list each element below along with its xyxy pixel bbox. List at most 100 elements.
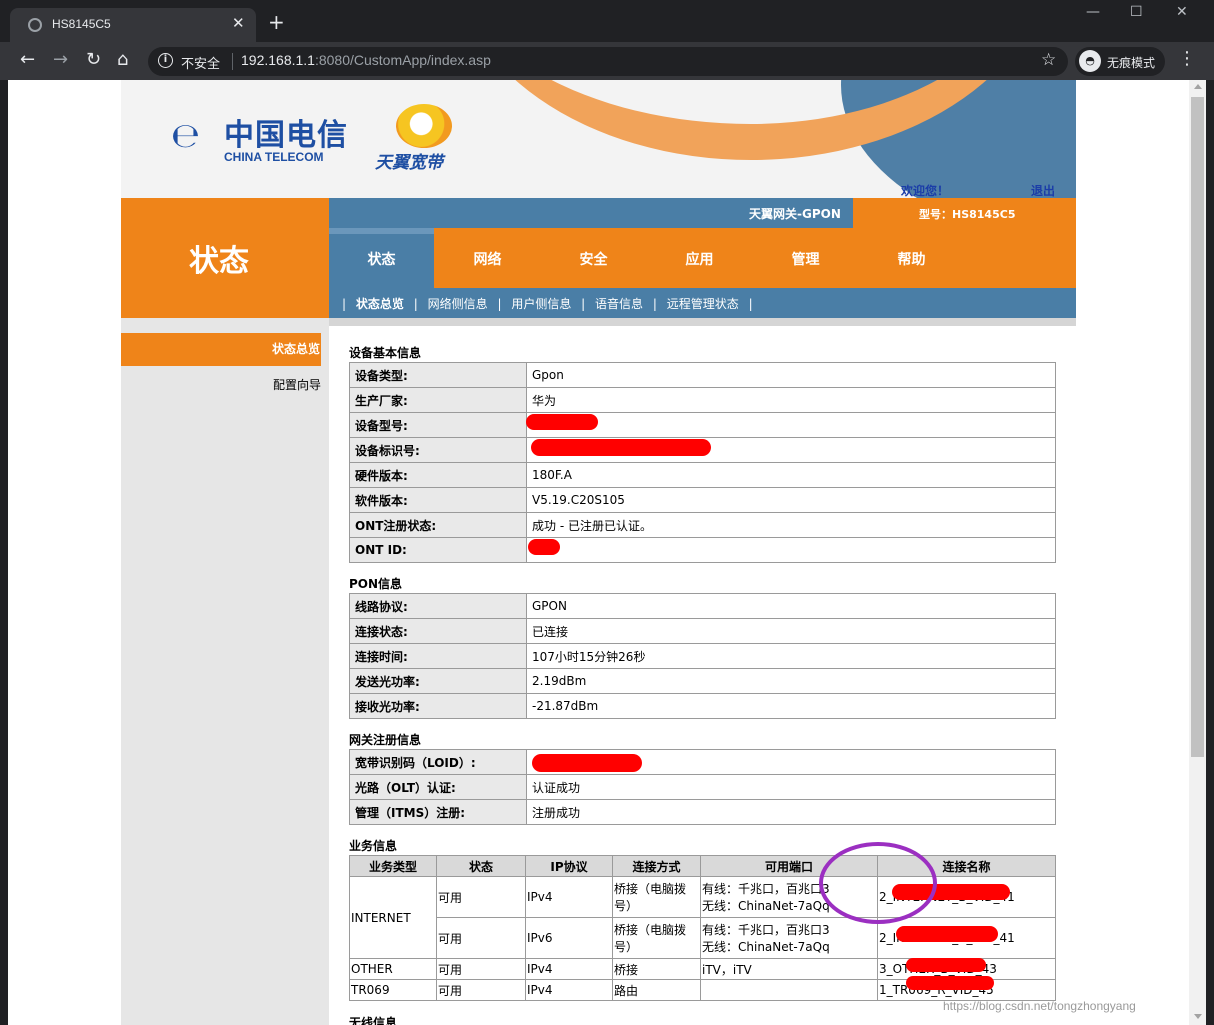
table-row: 接收光功率: -21.87dBm: [349, 693, 1056, 719]
section-wireless-title: 无线信息: [349, 1016, 398, 1025]
device-info-table: 设备类型:Gpon 生产厂家:华为 设备型号:HS8145C5 设备标识号:00…: [349, 362, 1056, 563]
value-cell: 1: [526, 537, 1056, 563]
maximize-icon[interactable]: ☐: [1130, 4, 1143, 20]
tab-status[interactable]: 状态: [329, 228, 434, 288]
value-cell: HS8145C5: [526, 412, 1056, 438]
key-cell: 光路（OLT）认证:: [349, 774, 527, 800]
table-row: 软件版本: V5.19.C20S105: [349, 487, 1056, 513]
key-cell: ONT注册状态:: [349, 512, 527, 538]
close-icon[interactable]: ✕: [232, 14, 245, 32]
sidebar-item-wizard[interactable]: 配置向导: [121, 376, 321, 393]
table-row: 设备型号:HS8145C5: [349, 412, 1056, 438]
table-row: 硬件版本: 180F.A: [349, 462, 1056, 488]
mode-cell: 桥接（电脑拨号）: [612, 917, 701, 959]
highlight-circle: [819, 842, 937, 924]
scroll-down-icon[interactable]: [1194, 1014, 1202, 1019]
logo-cn: 中国电信: [224, 118, 348, 153]
ip-cell: IPv4: [525, 958, 613, 980]
window-close-icon[interactable]: ✕: [1176, 4, 1188, 20]
incognito-icon: ◓: [1079, 50, 1101, 72]
status-cell: 可用: [436, 917, 526, 959]
key-cell: 硬件版本:: [349, 462, 527, 488]
ports-line: 无线：ChinaNet-7aQq: [702, 940, 830, 954]
value-cell: 华为: [526, 387, 1056, 413]
tab-network[interactable]: 网络: [435, 228, 540, 288]
scroll-up-icon[interactable]: [1194, 84, 1202, 89]
reload-icon[interactable]: ↻: [86, 49, 101, 71]
brand-text: 天翼宽带: [375, 153, 443, 173]
back-icon[interactable]: ←: [20, 49, 35, 71]
redaction-mark: [528, 539, 560, 555]
value-cell: 180F.A: [526, 462, 1056, 488]
star-icon[interactable]: ☆: [1041, 50, 1056, 70]
tab-help[interactable]: 帮助: [859, 228, 964, 288]
table-row: 发送光功率: 2.19dBm: [349, 668, 1056, 694]
logout-link[interactable]: 退出: [1031, 182, 1055, 198]
subnav-lan-info[interactable]: 用户侧信息: [511, 297, 571, 311]
incognito-label: 无痕模式: [1107, 56, 1156, 70]
menu-icon[interactable]: ⋮: [1178, 50, 1196, 68]
scrollbar[interactable]: [1189, 80, 1206, 1025]
col-header: IP协议: [525, 855, 613, 877]
model-box: 型号：HS8145C5: [853, 198, 1076, 228]
incognito-badge[interactable]: ◓ 无痕模式: [1075, 47, 1165, 76]
tab-application[interactable]: 应用: [647, 228, 752, 288]
section-pon-title: PON信息: [349, 577, 403, 591]
ip-cell: IPv6: [525, 917, 613, 959]
address-bar[interactable]: i 不安全 192.168.1.1:8080/CustomApp/index.a…: [148, 47, 1068, 76]
tab-management[interactable]: 管理: [753, 228, 858, 288]
logo-en: CHINA TELECOM: [224, 150, 324, 164]
tianyi-logo-icon: [396, 104, 452, 148]
service-type-cell: OTHER: [349, 958, 437, 980]
china-telecom-logo-icon: ℮: [171, 116, 201, 156]
subnav-overview[interactable]: 状态总览: [356, 297, 404, 311]
table-header-row: 业务类型 状态 IP协议 连接方式 可用端口 连接名称: [349, 855, 1056, 877]
info-icon[interactable]: i: [158, 53, 173, 68]
key-cell: 生产厂家:: [349, 387, 527, 413]
subnav-sep: |: [342, 297, 347, 311]
col-header: 业务类型: [349, 855, 437, 877]
key-cell: 连接时间:: [349, 643, 527, 669]
service-type-cell: INTERNET: [349, 876, 437, 959]
url-text[interactable]: 192.168.1.1:8080/CustomApp/index.asp: [241, 52, 491, 68]
redaction-mark: [531, 439, 711, 456]
sidebar-item-overview[interactable]: 状态总览: [121, 333, 321, 366]
table-row: 线路协议: GPON: [349, 593, 1056, 619]
section-device-title: 设备基本信息: [349, 346, 422, 360]
mode-cell: 桥接（电脑拨号）: [612, 876, 701, 918]
sub-nav: | 状态总览 | 网络侧信息 | 用户侧信息 | 语音信息 | 远程管理状态 |: [339, 295, 756, 312]
status-cell: 可用: [436, 876, 526, 918]
redaction-mark: [906, 958, 986, 972]
value-cell: 2.19dBm: [526, 668, 1056, 694]
key-cell: 接收光功率:: [349, 693, 527, 719]
key-cell: ONT ID:: [349, 537, 527, 563]
scroll-thumb[interactable]: [1191, 97, 1204, 757]
subnav-remote-status[interactable]: 远程管理状态: [667, 297, 739, 311]
ip-cell: IPv4: [525, 979, 613, 1001]
table-row: 连接状态: 已连接: [349, 618, 1056, 644]
browser-tab[interactable]: HS8145C5 ✕: [10, 8, 256, 42]
redaction-mark: [896, 926, 998, 942]
value-cell: GPON: [526, 593, 1056, 619]
new-tab-icon[interactable]: +: [268, 12, 285, 32]
page-title: 状态: [189, 244, 249, 279]
value-cell: 已连接: [526, 618, 1056, 644]
value-cell: 认证成功: [526, 774, 1056, 800]
insecure-label: 不安全: [181, 57, 221, 72]
redaction-mark: [526, 414, 598, 430]
subnav-wan-info[interactable]: 网络侧信息: [428, 297, 488, 311]
browser-toolbar: ← → ↻ ⌂ i 不安全 192.168.1.1:8080/CustomApp…: [0, 42, 1214, 80]
content-top-border: [329, 318, 1076, 326]
value-cell: 107小时15分钟26秒: [526, 643, 1056, 669]
router-page: ℮ 中国电信 CHINA TELECOM 天翼宽带 欢迎您！ 退出 状态 天翼网…: [121, 80, 1076, 1025]
subnav-voice-info[interactable]: 语音信息: [595, 297, 643, 311]
subnav-sep: |: [413, 297, 418, 311]
forward-icon[interactable]: →: [53, 49, 68, 71]
banner: ℮ 中国电信 CHINA TELECOM 天翼宽带 欢迎您！ 退出: [121, 80, 1076, 198]
home-icon[interactable]: ⌂: [117, 49, 128, 71]
tab-security[interactable]: 安全: [541, 228, 646, 288]
section-gateway-title: 网关注册信息: [349, 733, 422, 747]
minimize-icon[interactable]: —: [1086, 4, 1100, 20]
url-host: 192.168.1.1: [241, 52, 315, 68]
gateway-name: 天翼网关-GPON: [749, 207, 841, 221]
